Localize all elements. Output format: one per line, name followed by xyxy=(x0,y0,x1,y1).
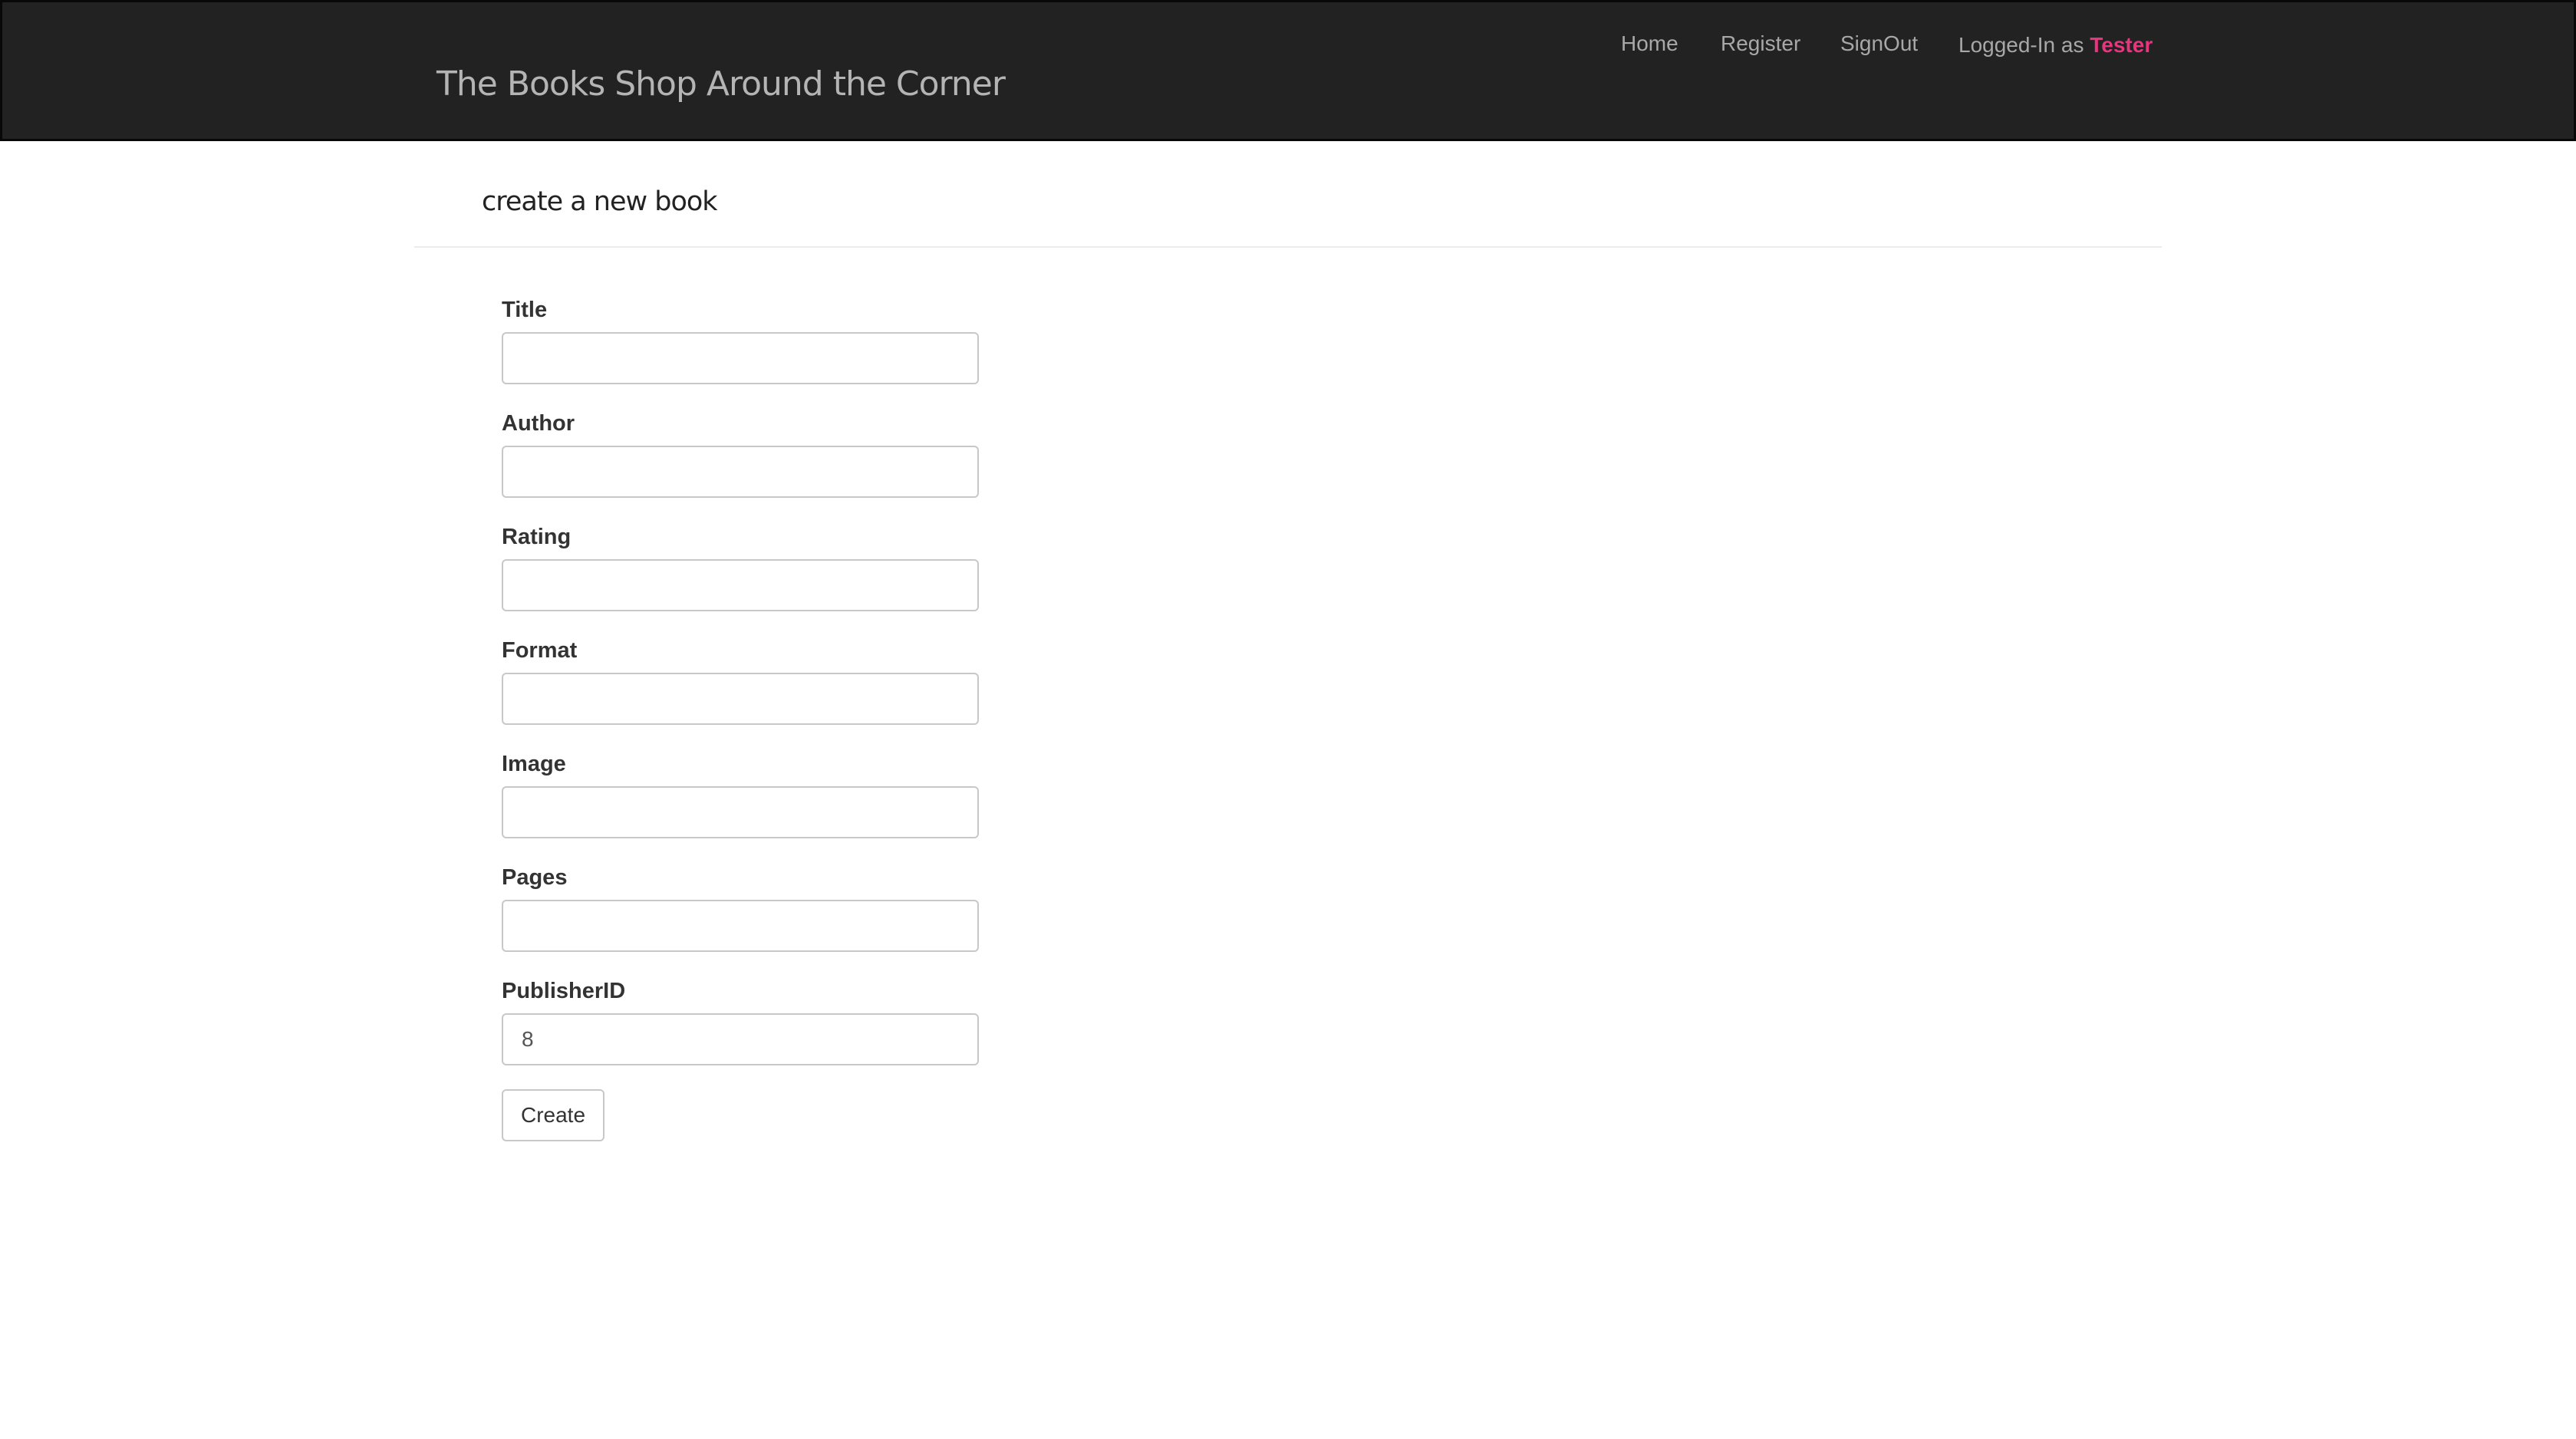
author-input[interactable] xyxy=(502,446,979,498)
rating-input[interactable] xyxy=(502,559,979,611)
top-navbar: The Books Shop Around the Corner Home Re… xyxy=(0,0,2576,141)
logged-in-prefix: Logged-In as xyxy=(1958,33,2090,57)
publisher-id-input[interactable] xyxy=(502,1013,979,1065)
author-label: Author xyxy=(502,411,575,436)
header-divider xyxy=(414,246,2162,248)
nav-link-home[interactable]: Home xyxy=(1621,28,1678,59)
publisher-id-label: PublisherID xyxy=(502,979,626,1003)
image-label: Image xyxy=(502,752,566,776)
pages-input[interactable] xyxy=(502,900,979,952)
format-label: Format xyxy=(502,638,578,663)
page-title: create a new book xyxy=(482,186,718,217)
rating-label: Rating xyxy=(502,525,572,549)
pages-label: Pages xyxy=(502,865,568,890)
create-button[interactable]: Create xyxy=(502,1089,604,1141)
logged-in-status: Logged-In as Tester xyxy=(1958,30,2153,61)
title-label: Title xyxy=(502,298,548,322)
logged-in-user-name: Tester xyxy=(2090,33,2153,57)
format-input[interactable] xyxy=(502,673,979,725)
brand-title[interactable]: The Books Shop Around the Corner xyxy=(436,58,1006,111)
title-input[interactable] xyxy=(502,332,979,384)
nav-link-signout[interactable]: SignOut xyxy=(1840,28,1918,59)
nav-link-register[interactable]: Register xyxy=(1721,28,1800,59)
image-input[interactable] xyxy=(502,786,979,838)
